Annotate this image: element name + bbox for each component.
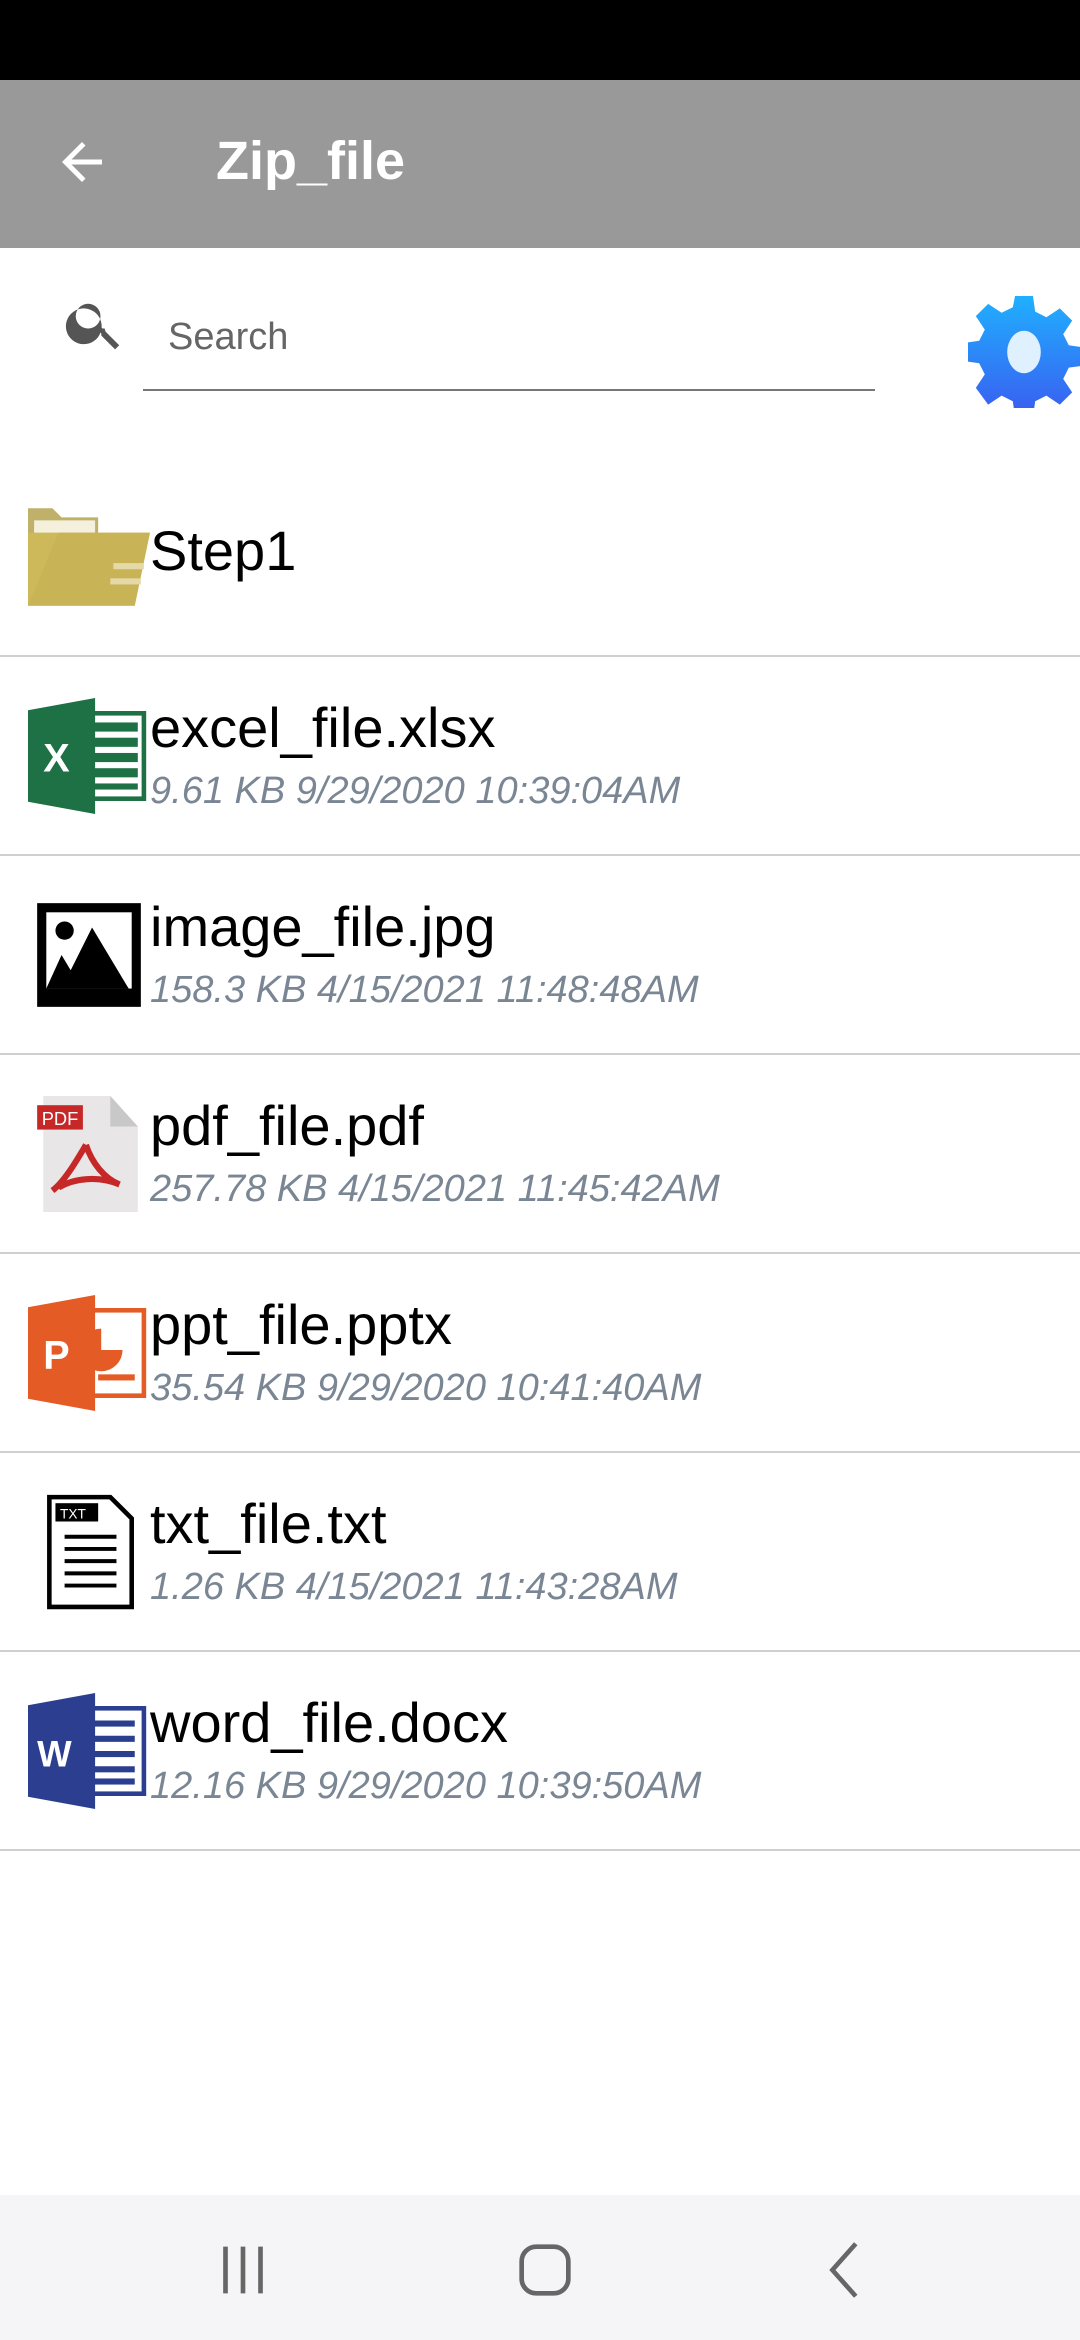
settings-gear-icon[interactable] [968, 296, 1080, 408]
folder-icon [28, 508, 150, 606]
pdf-icon-label: PDF [42, 1108, 79, 1129]
txt-icon-label: TXT [60, 1506, 87, 1521]
svg-text:X: X [43, 736, 70, 780]
item-meta: 35.54 KB 9/29/2020 10:41:40AM [150, 1367, 702, 1409]
list-item-file[interactable]: image_file.jpg 158.3 KB 4/15/2021 11:48:… [0, 856, 1080, 1055]
app-bar: Zip_file [0, 80, 1080, 248]
item-name: txt_file.txt [150, 1492, 387, 1555]
item-name: word_file.docx [150, 1691, 508, 1754]
item-name: image_file.jpg [150, 895, 496, 958]
status-bar [0, 0, 1080, 80]
excel-icon: X [28, 698, 147, 814]
pdf-icon: PDF [37, 1096, 138, 1212]
powerpoint-icon: P [28, 1295, 147, 1411]
item-meta: 1.26 KB 4/15/2021 11:43:28AM [150, 1566, 678, 1608]
list-item-file[interactable]: W word_file.docx 12.16 KB 9/29/2020 10:3… [0, 1652, 1080, 1851]
back-nav-icon[interactable] [812, 2235, 882, 2305]
image-icon [37, 903, 141, 1007]
home-icon[interactable] [510, 2235, 580, 2305]
back-arrow-icon[interactable] [52, 132, 112, 192]
list-item-file[interactable]: P ppt_file.pptx 35.54 KB 9/29/2020 10:41… [0, 1254, 1080, 1453]
recent-apps-icon[interactable] [208, 2235, 278, 2305]
list-item-file[interactable]: X excel_file.xlsx 9.61 KB 9/29/2020 10:3… [0, 657, 1080, 856]
item-meta: 12.16 KB 9/29/2020 10:39:50AM [150, 1765, 702, 1807]
search-input[interactable] [143, 285, 875, 391]
item-name: Step1 [150, 519, 297, 582]
word-icon: W [28, 1693, 147, 1809]
list-item-folder[interactable]: Step1 [0, 458, 1080, 657]
item-name: pdf_file.pdf [150, 1094, 424, 1157]
item-name: ppt_file.pptx [150, 1293, 452, 1356]
item-meta: 9.61 KB 9/29/2020 10:39:04AM [150, 770, 681, 812]
svg-text:P: P [43, 1333, 69, 1377]
list-item-file[interactable]: TXT txt_file.txt 1.26 KB 4/15/2021 11:43… [0, 1453, 1080, 1652]
system-nav-bar [0, 2195, 1080, 2340]
item-meta: 158.3 KB 4/15/2021 11:48:48AM [150, 969, 699, 1011]
item-meta: 257.78 KB 4/15/2021 11:45:42AM [150, 1168, 720, 1210]
page-title: Zip_file [216, 131, 406, 191]
search-icon [65, 303, 120, 350]
svg-text:W: W [37, 1733, 72, 1774]
item-name: excel_file.xlsx [150, 696, 496, 759]
text-file-icon: TXT [47, 1494, 134, 1610]
list-item-file[interactable]: PDF pdf_file.pdf 257.78 KB 4/15/2021 11:… [0, 1055, 1080, 1254]
